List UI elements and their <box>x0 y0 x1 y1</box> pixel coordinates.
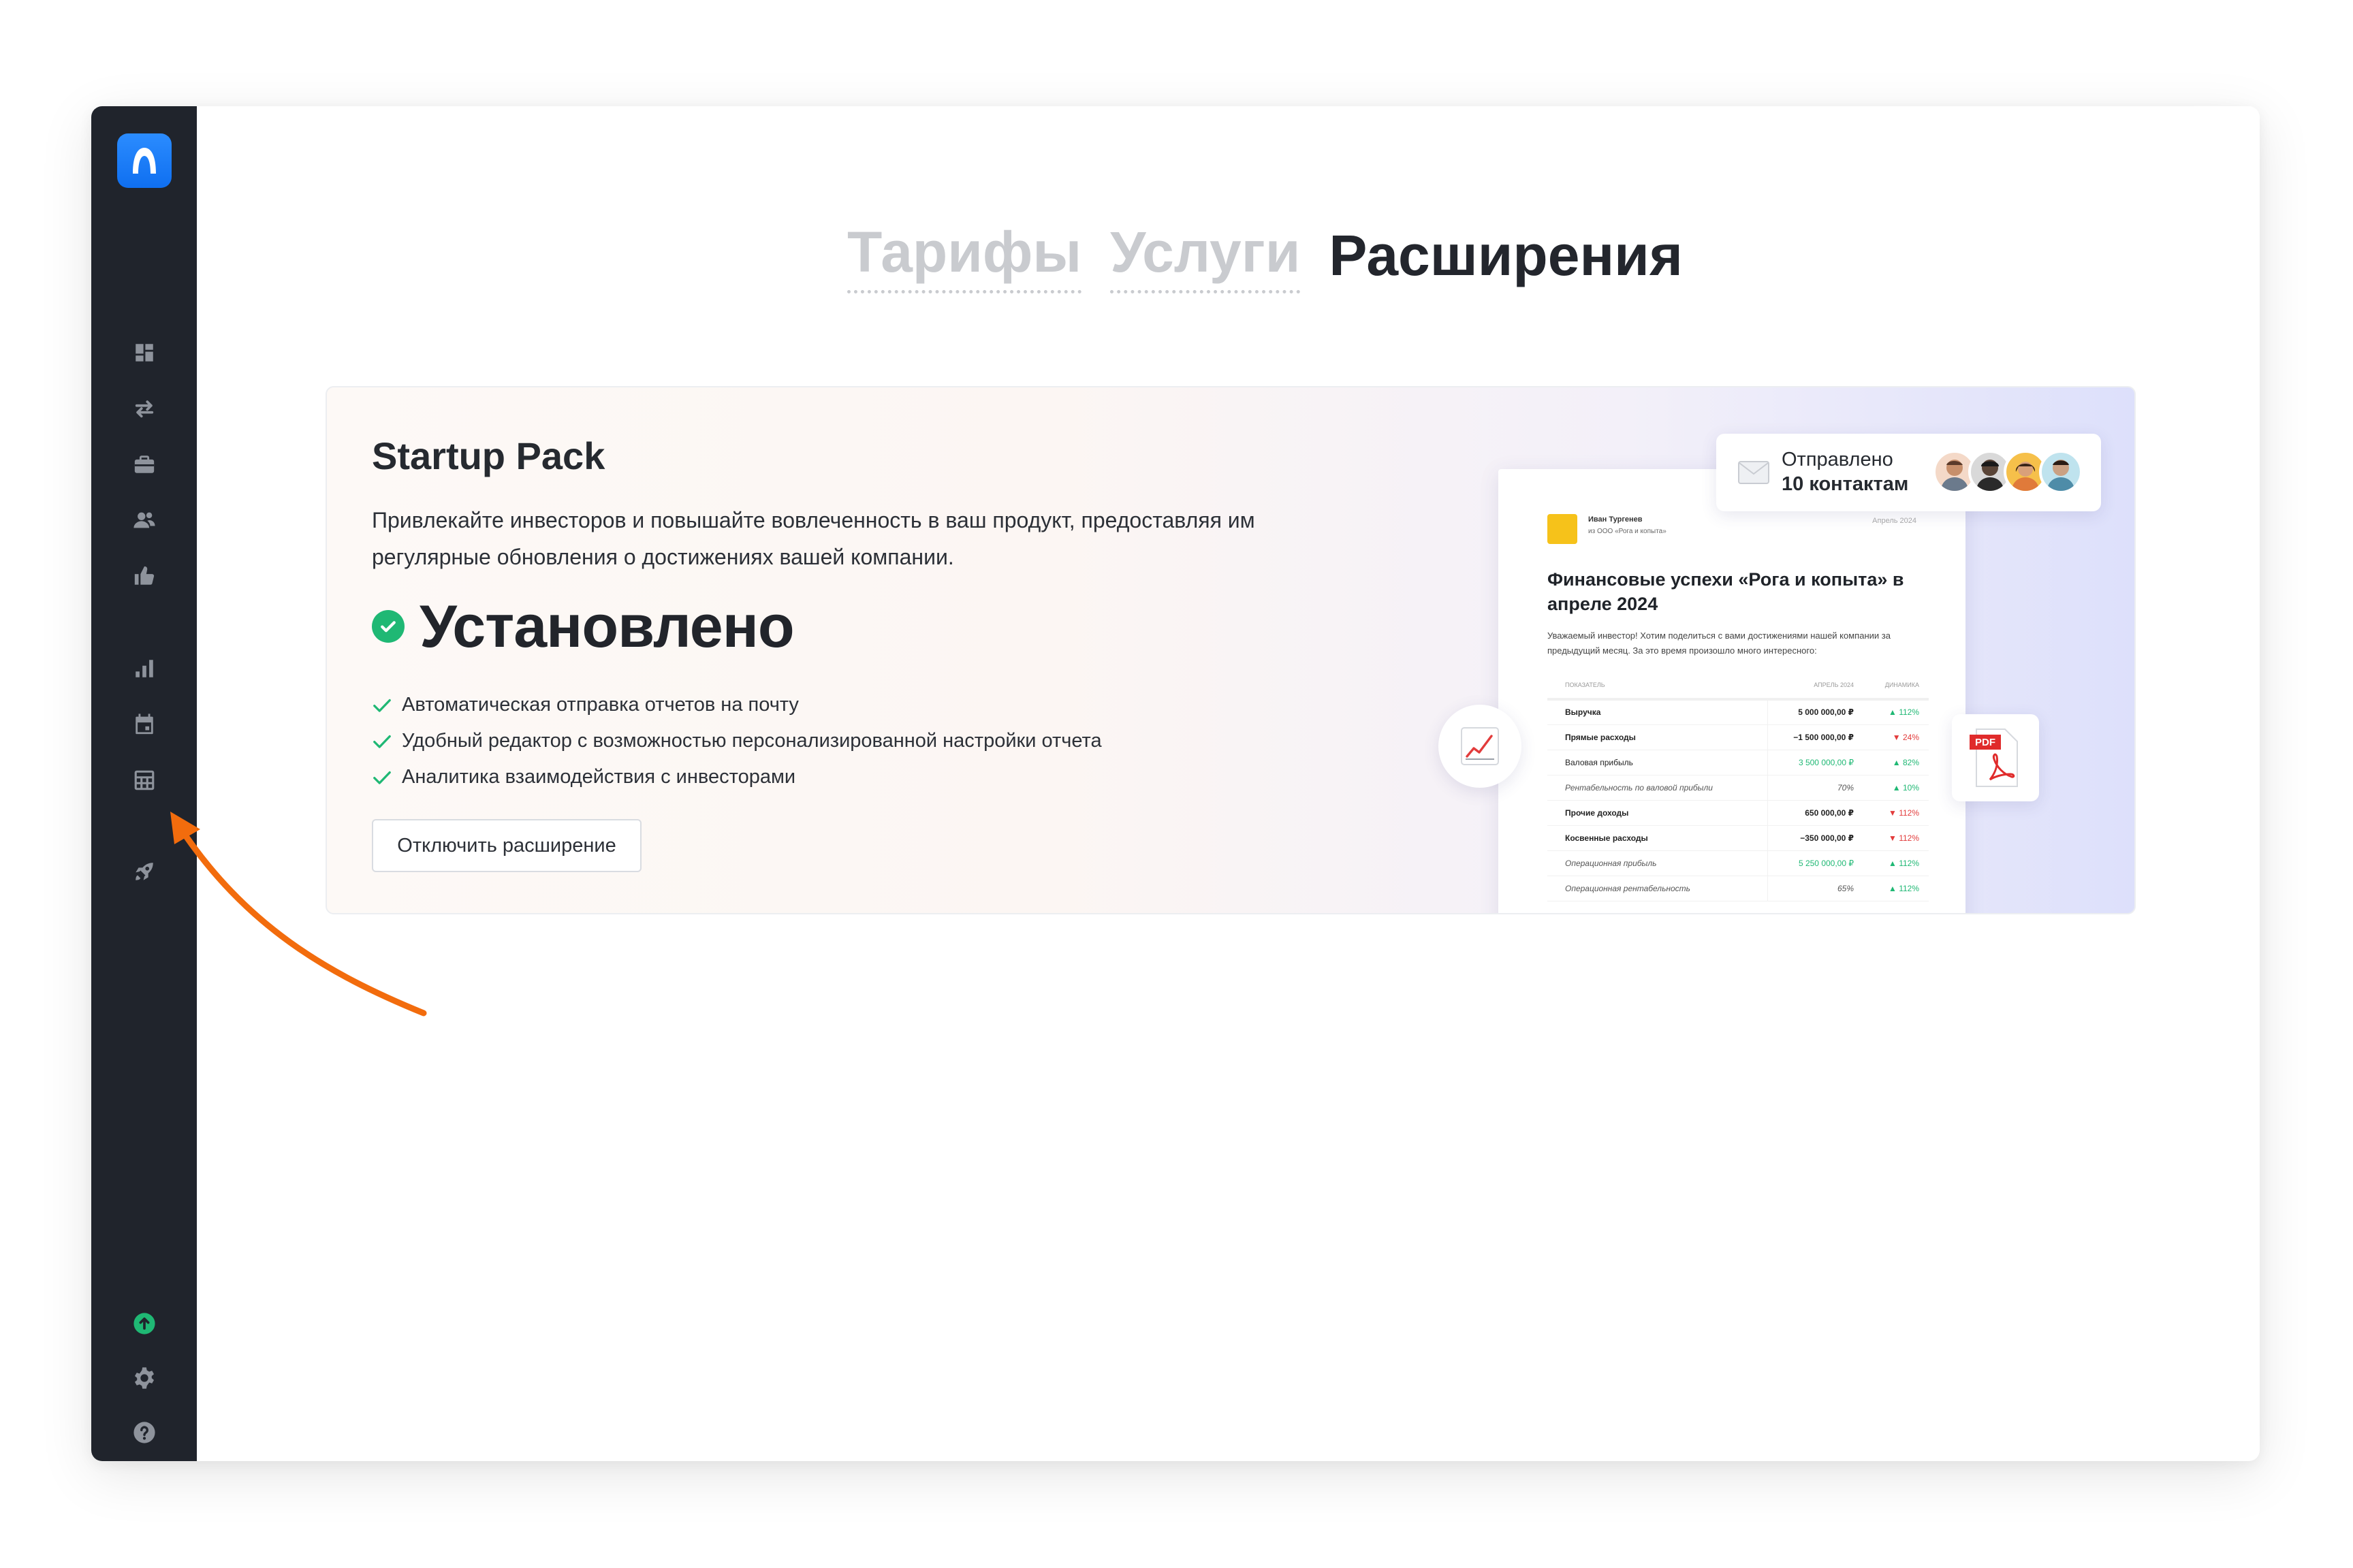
row-dynamics: ▲ 112% <box>1872 699 1929 725</box>
row-dynamics: ▼ 112% <box>1872 800 1929 826</box>
row-value: −350 000,00 ₽ <box>1767 825 1872 851</box>
row-dynamics: ▲ 112% <box>1872 876 1929 901</box>
report-preview: Иван Тургенев из ООО «Рога и копыта» Апр… <box>1498 469 1965 913</box>
report-table: ПОКАЗАТЕЛЬ АПРЕЛЬ 2024 ДИНАМИКА Выручка 5… <box>1547 672 1929 901</box>
checkmark-icon <box>373 735 391 748</box>
bar-chart-icon[interactable] <box>131 655 158 682</box>
extension-card: Startup Pack Привлекайте инвесторов и по… <box>326 386 2136 914</box>
row-value: 65% <box>1767 876 1872 901</box>
row-dynamics: ▲ 112% <box>1872 850 1929 876</box>
table-row: Операционная рентабельность 65% ▲ 112% <box>1547 876 1929 901</box>
upload-circle-icon[interactable] <box>131 1310 158 1337</box>
gear-icon[interactable] <box>131 1364 158 1392</box>
disable-extension-button[interactable]: Отключить расширение <box>372 819 642 872</box>
row-indicator: Косвенные расходы <box>1547 825 1768 851</box>
report-intro: Уважаемый инвестор! Хотим поделиться с в… <box>1547 630 1891 656</box>
row-indicator: Прямые расходы <box>1547 724 1768 750</box>
row-value: 5 000 000,00 ₽ <box>1767 699 1872 725</box>
transfers-icon[interactable] <box>131 395 158 422</box>
table-row: Рентабельность по валовой прибыли 70% ▲ 10… <box>1547 775 1929 801</box>
feature-label: Аналитика взаимодействия с инвесторами <box>402 766 796 788</box>
pdf-file-icon: PDF <box>1952 714 2039 801</box>
sent-label: Отправлено <box>1782 449 1893 470</box>
row-dynamics: ▲ 82% <box>1872 750 1929 775</box>
feature-label: Автоматическая отправка отчетов на почту <box>402 694 799 716</box>
app-logo-icon[interactable] <box>117 133 172 188</box>
row-dynamics: ▼ 24% <box>1872 724 1929 750</box>
table-row: Косвенные расходы −350 000,00 ₽ ▼ 112% <box>1547 825 1929 851</box>
thumbs-up-icon[interactable] <box>131 562 158 590</box>
column-header: ДИНАМИКА <box>1872 672 1929 701</box>
report-author: Иван Тургенев <box>1588 515 1643 524</box>
briefcase-icon[interactable] <box>131 451 158 478</box>
trend-chart-icon <box>1438 705 1521 788</box>
rocket-icon[interactable] <box>131 858 158 885</box>
feature-list: Автоматическая отправка отчетов на почту… <box>372 687 1102 795</box>
row-indicator: Валовая прибыль <box>1547 750 1768 775</box>
tab-tariffs[interactable]: Тарифы <box>847 223 1082 293</box>
row-indicator: Рентабельность по валовой прибыли <box>1547 775 1768 801</box>
dashboard-icon[interactable] <box>131 339 158 366</box>
extension-title: Startup Pack <box>372 434 605 477</box>
row-value: 70% <box>1767 775 1872 801</box>
feature-item: Удобный редактор с возможностью персонал… <box>372 723 1102 759</box>
row-value: 5 250 000,00 ₽ <box>1767 850 1872 876</box>
checkmark-icon <box>373 699 391 712</box>
sent-notification: Отправлено 10 контактам <box>1716 434 2101 511</box>
row-dynamics: ▲ 10% <box>1872 775 1929 801</box>
report-title: Финансовые успехи «Рога и копыта» в апре… <box>1547 569 1904 614</box>
tab-services[interactable]: Услуги <box>1110 223 1301 293</box>
tab-extensions[interactable]: Расширения <box>1329 227 1682 293</box>
installed-status: Установлено <box>372 592 795 661</box>
users-icon[interactable] <box>131 507 158 534</box>
check-circle-icon <box>372 610 405 643</box>
column-header: АПРЕЛЬ 2024 <box>1767 672 1872 701</box>
sent-count: 10 контактам <box>1782 473 1909 495</box>
row-value: 3 500 000,00 ₽ <box>1767 750 1872 775</box>
row-indicator: Выручка <box>1547 699 1768 725</box>
table-row: Выручка 5 000 000,00 ₽ ▲ 112% <box>1547 699 1929 725</box>
row-value: −1 500 000,00 ₽ <box>1767 724 1872 750</box>
extension-description: Привлекайте инвесторов и повышайте вовле… <box>372 508 1255 569</box>
company-logo-icon <box>1547 514 1577 544</box>
row-value: 650 000,00 ₽ <box>1767 800 1872 826</box>
feature-item: Аналитика взаимодействия с инвесторами <box>372 759 1102 795</box>
sidebar <box>91 106 197 1461</box>
page-tabs: Тарифы Услуги Расширения <box>847 219 1683 293</box>
avatar <box>2039 450 2083 494</box>
table-row: Операционная прибыль 5 250 000,00 ₽ ▲ 112% <box>1547 850 1929 876</box>
help-icon[interactable] <box>131 1419 158 1446</box>
row-indicator: Операционная прибыль <box>1547 850 1768 876</box>
row-dynamics: ▼ 112% <box>1872 825 1929 851</box>
pdf-label: PDF <box>1975 737 1995 748</box>
checkmark-icon <box>373 771 391 784</box>
column-header: ПОКАЗАТЕЛЬ <box>1547 672 1768 701</box>
calendar-icon[interactable] <box>131 711 158 738</box>
report-date: Апрель 2024 <box>1872 517 1916 525</box>
report-table-header: ПОКАЗАТЕЛЬ АПРЕЛЬ 2024 ДИНАМИКА <box>1547 672 1929 701</box>
row-indicator: Прочие доходы <box>1547 800 1768 826</box>
table-icon[interactable] <box>131 767 158 794</box>
envelope-icon <box>1738 461 1769 484</box>
row-indicator: Операционная рентабельность <box>1547 876 1768 901</box>
report-company: из ООО «Рога и копыта» <box>1588 528 1667 535</box>
avatar-group <box>1933 450 2083 494</box>
installed-label: Установлено <box>420 592 795 660</box>
table-row: Прочие доходы 650 000,00 ₽ ▼ 112% <box>1547 800 1929 826</box>
app-window: Тарифы Услуги Расширения Startup Pack Пр… <box>91 106 2260 1461</box>
table-row: Валовая прибыль 3 500 000,00 ₽ ▲ 82% <box>1547 750 1929 775</box>
feature-item: Автоматическая отправка отчетов на почту <box>372 687 1102 723</box>
table-row: Прямые расходы −1 500 000,00 ₽ ▼ 24% <box>1547 724 1929 750</box>
feature-label: Удобный редактор с возможностью персонал… <box>402 730 1102 752</box>
